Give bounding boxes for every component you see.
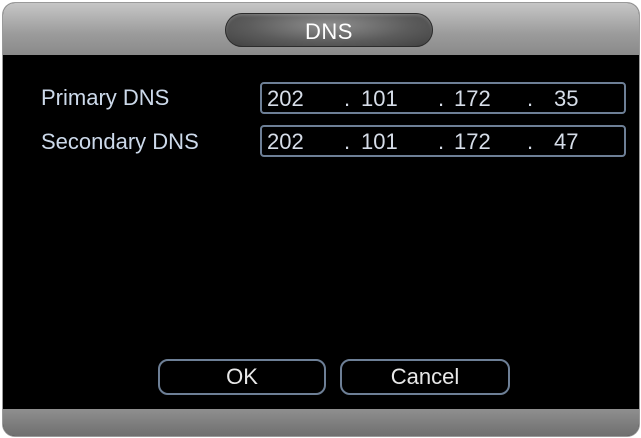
secondary-dns-label: Secondary DNS (41, 129, 199, 154)
title-pill: DNS (225, 13, 433, 47)
primary-dns-octet-3[interactable]: 172 (454, 86, 491, 112)
secondary-dns-octet-3[interactable]: 172 (454, 129, 491, 155)
secondary-dns-separator-3: . (527, 129, 534, 154)
primary-dns-octet-1[interactable]: 202 (267, 86, 304, 112)
primary-dns-separator-2: . (438, 86, 445, 111)
ok-button[interactable]: OK (158, 359, 326, 395)
primary-dns-octet-2[interactable]: 101 (361, 86, 398, 112)
secondary-dns-octet-4[interactable]: 47 (554, 129, 578, 155)
cancel-button[interactable]: Cancel (340, 359, 510, 395)
primary-dns-separator-1: . (344, 86, 351, 111)
secondary-dns-octet-1[interactable]: 202 (267, 129, 304, 155)
dns-dialog: DNS Primary DNS 202 . 101 . 172 . 35 Sec… (3, 3, 639, 436)
primary-dns-field[interactable]: 202 . 101 . 172 . 35 (260, 82, 626, 114)
dialog-title: DNS (305, 19, 353, 44)
secondary-dns-octet-2[interactable]: 101 (361, 129, 398, 155)
secondary-dns-separator-2: . (438, 129, 445, 154)
primary-dns-octet-4[interactable]: 35 (554, 86, 578, 112)
secondary-dns-separator-1: . (344, 129, 351, 154)
bottom-bar (3, 409, 639, 436)
secondary-dns-field[interactable]: 202 . 101 . 172 . 47 (260, 125, 626, 157)
primary-dns-separator-3: . (527, 86, 534, 111)
primary-dns-label: Primary DNS (41, 85, 170, 110)
title-bar: DNS (3, 3, 639, 55)
